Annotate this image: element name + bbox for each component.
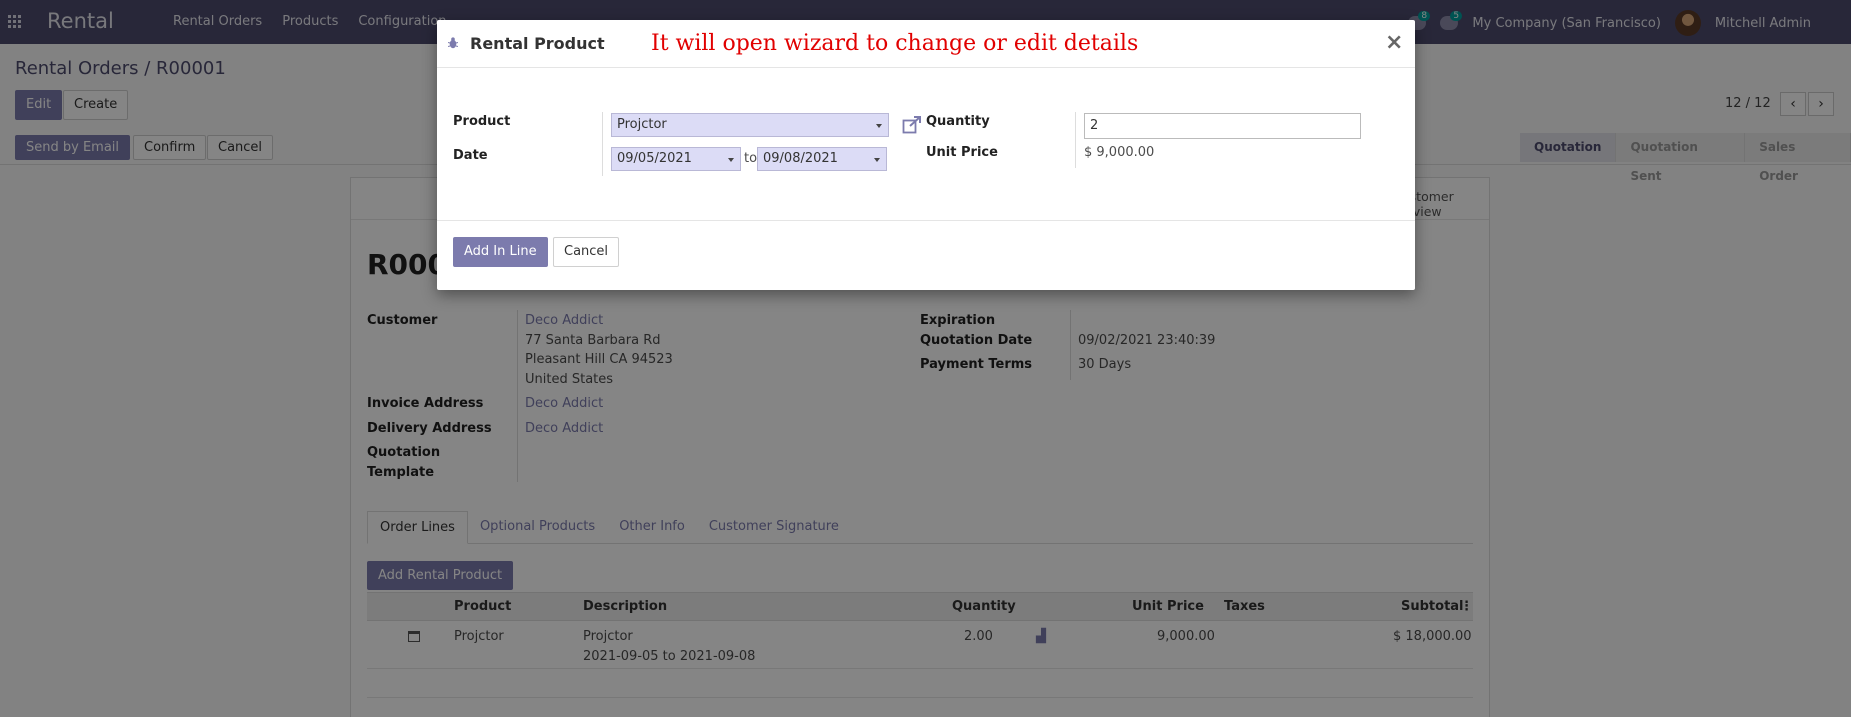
dialog-header: Rental Product It will open wizard to ch… — [437, 20, 1415, 68]
dialog-footer-divider — [437, 220, 1415, 221]
annotation-text: It will open wizard to change or edit de… — [651, 31, 1139, 56]
field-separator — [1075, 112, 1076, 168]
quantity-input[interactable]: 2 — [1084, 113, 1361, 139]
date-range-separator: to — [744, 151, 758, 166]
date-label: Date — [453, 148, 488, 163]
bug-icon — [448, 37, 458, 49]
rental-product-dialog: Rental Product It will open wizard to ch… — [437, 20, 1415, 290]
dialog-title: Rental Product — [470, 34, 605, 53]
add-in-line-button[interactable]: Add In Line — [453, 237, 548, 267]
unit-price-label: Unit Price — [926, 145, 998, 160]
cancel-dialog-button[interactable]: Cancel — [553, 237, 620, 267]
external-link-icon[interactable] — [902, 116, 922, 134]
product-label: Product — [453, 114, 511, 129]
unit-price-value: $ 9,000.00 — [1084, 145, 1155, 160]
close-icon[interactable]: × — [1385, 30, 1403, 55]
date-from-input[interactable]: 09/05/2021 — [611, 147, 741, 171]
chevron-down-icon — [874, 158, 880, 162]
field-separator — [602, 112, 603, 176]
product-select[interactable]: Projctor — [611, 113, 889, 137]
quantity-label: Quantity — [926, 114, 990, 129]
date-to-input[interactable]: 09/08/2021 — [757, 147, 887, 171]
chevron-down-icon — [876, 124, 882, 128]
chevron-down-icon — [728, 158, 734, 162]
